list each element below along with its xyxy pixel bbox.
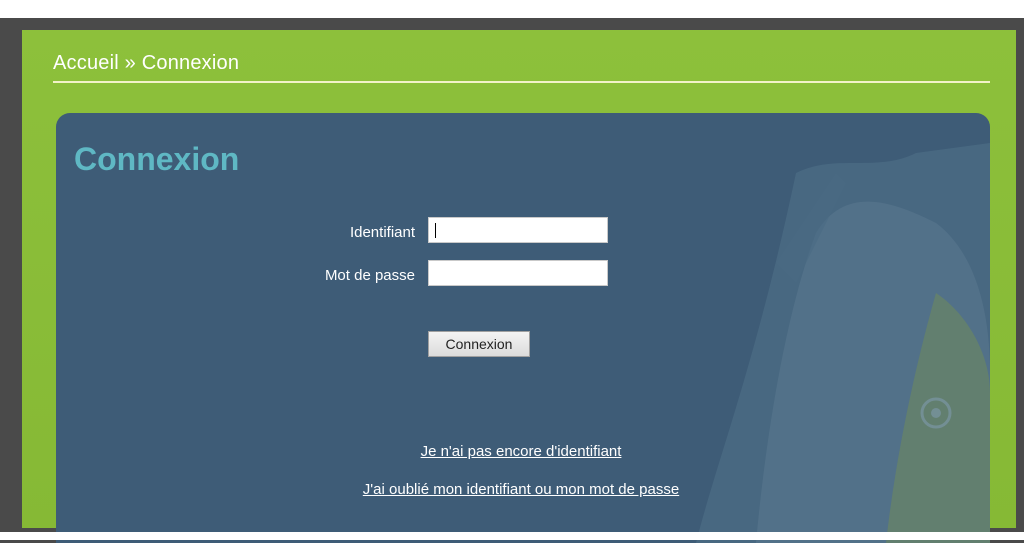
breadcrumb-divider: [53, 81, 990, 83]
identifier-field[interactable]: [428, 217, 608, 243]
text-caret: [435, 223, 436, 238]
window-bottom-edge: [0, 532, 1024, 540]
login-button[interactable]: Connexion: [428, 331, 530, 357]
identifier-label: Identifiant: [349, 224, 415, 241]
breadcrumb-separator: »: [124, 52, 136, 74]
password-field[interactable]: [428, 260, 608, 286]
breadcrumb: Accueil » Connexion: [53, 52, 239, 75]
no-account-link[interactable]: Je n'ai pas encore d'identifiant: [271, 443, 771, 460]
page-title: Connexion: [74, 141, 240, 177]
window-top-edge: [0, 0, 1024, 18]
password-label: Mot de passe: [324, 267, 415, 284]
breadcrumb-home-link[interactable]: Accueil: [53, 52, 119, 74]
breadcrumb-current: Connexion: [141, 52, 240, 74]
login-panel: Connexion Identifiant Mot de passe Conne…: [56, 113, 990, 543]
forgot-credentials-link[interactable]: J'ai oublié mon identifiant ou mon mot d…: [271, 481, 771, 498]
